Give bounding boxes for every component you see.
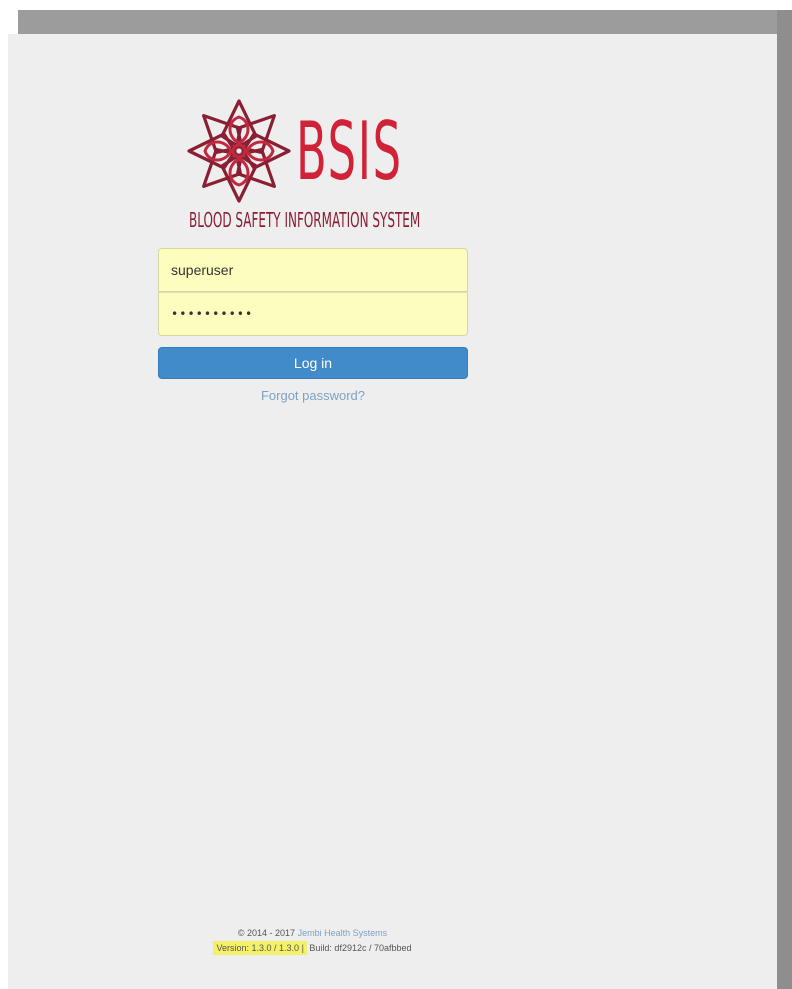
password-input[interactable]: [158, 292, 468, 336]
flower-logo-icon: [187, 99, 291, 203]
bsis-logo: BSIS BLOOD SAFETY INFORMATION SYSTEM: [180, 96, 450, 236]
copyright-line: © 2014 - 2017 Jembi Health Systems: [8, 926, 617, 941]
company-link[interactable]: Jembi Health Systems: [298, 928, 388, 938]
brand-name: BSIS: [296, 105, 403, 198]
brand-tagline: BLOOD SAFETY INFORMATION SYSTEM: [189, 208, 421, 232]
window-shadow-right: [777, 10, 792, 989]
build-info: Build: df2912c / 70afbbed: [309, 943, 412, 953]
login-button[interactable]: Log in: [158, 347, 468, 379]
page-footer: © 2014 - 2017 Jembi Health Systems Versi…: [8, 926, 617, 956]
forgot-password-link[interactable]: Forgot password?: [158, 388, 468, 403]
version-text: Version: 1.3.0 / 1.3.0: [216, 943, 300, 953]
username-input[interactable]: [158, 248, 468, 292]
copyright-text: © 2014 - 2017: [237, 928, 296, 938]
login-form: Log in Forgot password?: [158, 248, 468, 403]
login-page: BSIS BLOOD SAFETY INFORMATION SYSTEM Log…: [8, 34, 777, 989]
version-info: Version: 1.3.0 / 1.3.0 |: [213, 941, 307, 955]
window-shadow-top: [18, 10, 792, 34]
version-separator: |: [301, 943, 304, 953]
version-line: Version: 1.3.0 / 1.3.0 | Build: df2912c …: [8, 941, 617, 956]
